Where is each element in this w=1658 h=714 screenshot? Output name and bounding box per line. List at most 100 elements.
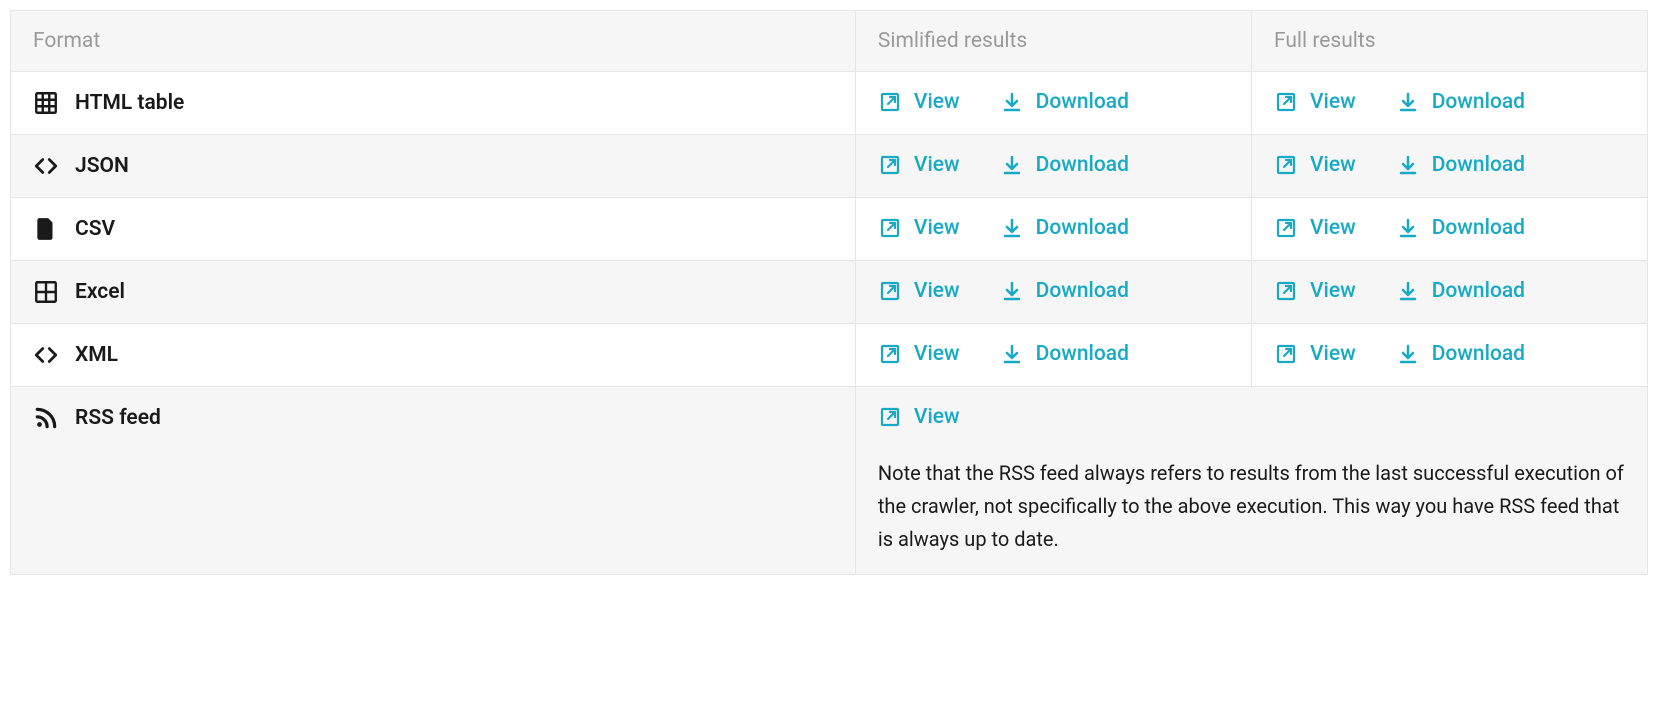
csv-simplified-view-link[interactable]: View: [878, 216, 960, 240]
json-full-actions: View Download: [1274, 153, 1625, 177]
table-row: RSS feed View Note that the RSS feed alway…: [11, 387, 1648, 575]
excel-full-view-link[interactable]: View: [1274, 279, 1356, 303]
format-cell-html-table: HTML table: [11, 72, 856, 135]
html-table-simplified-actions: View Download: [878, 90, 1229, 114]
code-icon: [33, 342, 59, 368]
rss-note: Note that the RSS feed always refers to …: [878, 457, 1625, 556]
open-in-new-icon: [878, 405, 902, 429]
download-icon: [1000, 216, 1024, 240]
table-row: Excel View Download View Download: [11, 261, 1648, 324]
open-in-new-icon: [878, 153, 902, 177]
view-label: View: [1310, 216, 1356, 240]
format-name: RSS feed: [75, 406, 161, 430]
rss-cell: View Note that the RSS feed always refers…: [855, 387, 1647, 575]
open-in-new-icon: [878, 216, 902, 240]
download-icon: [1396, 279, 1420, 303]
open-in-new-icon: [878, 342, 902, 366]
grid-icon: [33, 90, 59, 116]
download-label: Download: [1432, 90, 1525, 114]
xml-full-actions: View Download: [1274, 342, 1625, 366]
file-icon: [33, 216, 59, 242]
view-label: View: [914, 342, 960, 366]
json-full-view-link[interactable]: View: [1274, 153, 1356, 177]
format-cell-rss: RSS feed: [11, 387, 856, 575]
header-simplified: Simlified results: [855, 11, 1251, 72]
view-label: View: [1310, 153, 1356, 177]
download-icon: [1000, 342, 1024, 366]
html-table-full-actions: View Download: [1274, 90, 1625, 114]
open-in-new-icon: [1274, 279, 1298, 303]
view-label: View: [1310, 342, 1356, 366]
xml-simplified-download-link[interactable]: Download: [1000, 342, 1129, 366]
simplified-cell: View Download: [855, 198, 1251, 261]
xml-full-download-link[interactable]: Download: [1396, 342, 1525, 366]
csv-simplified-download-link[interactable]: Download: [1000, 216, 1129, 240]
excel-simplified-download-link[interactable]: Download: [1000, 279, 1129, 303]
simplified-cell: View Download: [855, 72, 1251, 135]
table-row: HTML table View Download View Download: [11, 72, 1648, 135]
download-label: Download: [1432, 216, 1525, 240]
open-in-new-icon: [878, 279, 902, 303]
excel-simplified-view-link[interactable]: View: [878, 279, 960, 303]
csv-full-view-link[interactable]: View: [1274, 216, 1356, 240]
xml-simplified-view-link[interactable]: View: [878, 342, 960, 366]
excel-simplified-actions: View Download: [878, 279, 1229, 303]
download-icon: [1396, 153, 1420, 177]
simplified-cell: View Download: [855, 324, 1251, 387]
format-name: HTML table: [75, 91, 184, 115]
open-in-new-icon: [1274, 342, 1298, 366]
download-label: Download: [1432, 279, 1525, 303]
json-simplified-actions: View Download: [878, 153, 1229, 177]
rss-view-link[interactable]: View: [878, 405, 960, 429]
view-label: View: [914, 405, 960, 429]
rss-icon: [33, 405, 59, 431]
open-in-new-icon: [878, 90, 902, 114]
full-cell: View Download: [1251, 72, 1647, 135]
view-label: View: [914, 279, 960, 303]
download-label: Download: [1036, 279, 1129, 303]
simplified-cell: View Download: [855, 261, 1251, 324]
html-table-simplified-download-link[interactable]: Download: [1000, 90, 1129, 114]
export-formats-table: Format Simlified results Full results HT…: [10, 10, 1648, 575]
format-name: Excel: [75, 280, 125, 304]
view-label: View: [1310, 90, 1356, 114]
download-icon: [1396, 342, 1420, 366]
open-in-new-icon: [1274, 216, 1298, 240]
format-cell-json: JSON: [11, 135, 856, 198]
table-row: XML View Download View Download: [11, 324, 1648, 387]
open-in-new-icon: [1274, 153, 1298, 177]
full-cell: View Download: [1251, 261, 1647, 324]
full-cell: View Download: [1251, 198, 1647, 261]
download-label: Download: [1036, 216, 1129, 240]
format-name: XML: [75, 343, 118, 367]
header-full: Full results: [1251, 11, 1647, 72]
view-label: View: [914, 90, 960, 114]
download-icon: [1000, 153, 1024, 177]
table-row: JSON View Download View Download: [11, 135, 1648, 198]
simplified-cell: View Download: [855, 135, 1251, 198]
table-row: CSV View Download View Download: [11, 198, 1648, 261]
html-table-simplified-view-link[interactable]: View: [878, 90, 960, 114]
xml-simplified-actions: View Download: [878, 342, 1229, 366]
format-cell-excel: Excel: [11, 261, 856, 324]
download-label: Download: [1432, 342, 1525, 366]
excel-full-download-link[interactable]: Download: [1396, 279, 1525, 303]
excel-full-actions: View Download: [1274, 279, 1625, 303]
html-table-full-view-link[interactable]: View: [1274, 90, 1356, 114]
html-table-full-download-link[interactable]: Download: [1396, 90, 1525, 114]
download-label: Download: [1036, 153, 1129, 177]
format-name: CSV: [75, 217, 115, 241]
xml-full-view-link[interactable]: View: [1274, 342, 1356, 366]
full-cell: View Download: [1251, 324, 1647, 387]
json-full-download-link[interactable]: Download: [1396, 153, 1525, 177]
download-icon: [1396, 216, 1420, 240]
json-simplified-view-link[interactable]: View: [878, 153, 960, 177]
csv-full-download-link[interactable]: Download: [1396, 216, 1525, 240]
csv-simplified-actions: View Download: [878, 216, 1229, 240]
csv-full-actions: View Download: [1274, 216, 1625, 240]
json-simplified-download-link[interactable]: Download: [1000, 153, 1129, 177]
view-label: View: [1310, 279, 1356, 303]
view-label: View: [914, 153, 960, 177]
format-name: JSON: [75, 154, 129, 178]
code-icon: [33, 153, 59, 179]
